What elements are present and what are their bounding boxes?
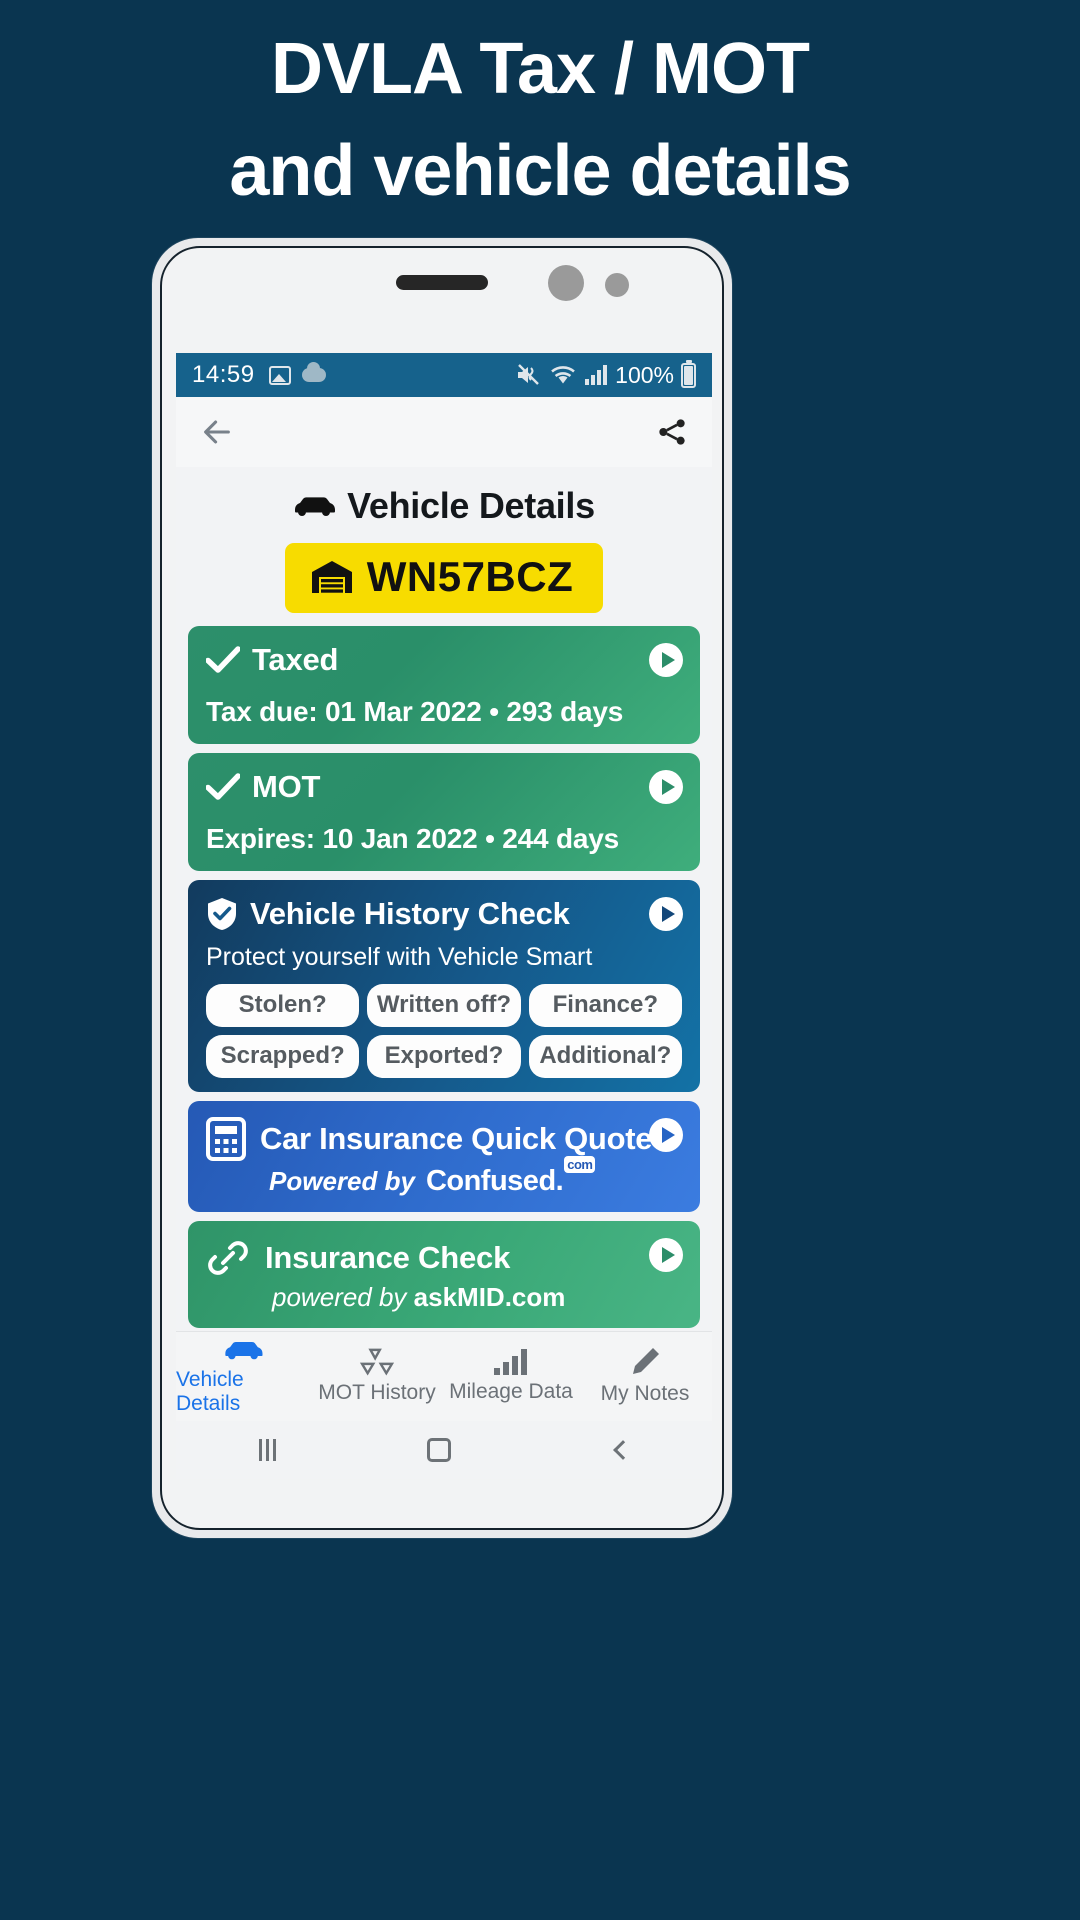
nav-label-my-notes: My Notes [600,1382,690,1405]
signal-icon [585,365,608,385]
confused-brand: Confused.com [425,1156,596,1198]
mot-card-title: MOT [252,769,321,804]
car-insurance-quote-card[interactable]: Car Insurance Quick Quote Powered by Con… [188,1101,700,1212]
status-left-icons [268,362,326,385]
phone-mockup: 14:59 100% Vehicle Details WN57BCZ Taxed… [152,238,732,1538]
plate-wrap: WN57BCZ [176,543,712,613]
mot-card-go-button[interactable] [649,770,683,804]
card-list: Taxed Tax due: 01 Mar 2022 • 293 days MO… [176,613,712,1391]
confused-brand-name: Confused. [425,1165,564,1197]
car-icon [295,497,336,516]
confused-brand-sup: com [564,1156,596,1174]
front-camera-icon [548,265,584,301]
sensor-icon [605,273,629,297]
headline-line-1: DVLA Tax / MOT [270,29,810,109]
mot-triangles-icon [359,1348,395,1376]
plate-number: WN57BCZ [366,553,574,600]
nav-label-mileage-data: Mileage Data [449,1380,573,1403]
mot-card[interactable]: MOT Expires: 10 Jan 2022 • 244 days [188,753,700,871]
history-card-head: Vehicle History Check [206,896,682,932]
status-bar: 14:59 100% [176,353,712,397]
share-icon[interactable] [656,416,688,448]
android-system-nav [176,1421,712,1479]
wifi-icon [551,365,576,383]
bar-chart-icon [494,1349,527,1375]
insurance-card-head: Insurance Check [206,1236,682,1280]
history-card-go-button[interactable] [649,897,683,931]
phone-screen: 14:59 100% Vehicle Details WN57BCZ Taxed… [176,353,712,1479]
quote-card-go-button[interactable] [649,1118,683,1152]
history-pill-row-1: Stolen? Written off? Finance? [206,984,682,1027]
link-icon [208,1241,248,1275]
nav-item-mileage-data[interactable]: Mileage Data [444,1349,578,1404]
earpiece-speaker [396,275,488,290]
nav-item-mot-history[interactable]: MOT History [310,1348,444,1405]
pill-scrapped[interactable]: Scrapped? [206,1035,360,1078]
history-card-subtitle: Protect yourself with Vehicle Smart [206,943,593,971]
car-icon [225,1342,263,1360]
quote-card-head: Car Insurance Quick Quote [206,1117,682,1161]
page-title-row: Vehicle Details [176,467,712,527]
askmid-powered-label: powered by [272,1282,407,1312]
status-time: 14:59 [192,361,255,388]
battery-percent: 100% [615,361,674,388]
play-triangle-icon [661,1247,675,1263]
battery-icon [681,359,696,388]
nav-label-vehicle-details: Vehicle Details [176,1368,244,1415]
pill-finance[interactable]: Finance? [528,984,682,1027]
tax-card[interactable]: Taxed Tax due: 01 Mar 2022 • 293 days [188,626,700,744]
home-icon[interactable] [426,1438,451,1462]
tax-card-head: Taxed [206,642,682,678]
calculator-icon [206,1117,246,1161]
bottom-navigation: Vehicle Details MOT History Mileage Data… [176,1331,712,1421]
status-right-icons: 100% [516,359,696,389]
quote-powered-label: Powered by [269,1166,415,1196]
history-pill-row-2: Scrapped? Exported? Additional? [206,1035,682,1078]
cloud-icon [301,362,326,382]
history-pill-rows: Stolen? Written off? Finance? Scrapped? … [206,984,682,1078]
promo-headline: DVLA Tax / MOT and vehicle details [0,0,1080,222]
pencil-icon [633,1348,659,1374]
tax-card-go-button[interactable] [649,643,683,677]
back-icon[interactable] [612,1440,633,1460]
phone-bezel: 14:59 100% Vehicle Details WN57BCZ Taxed… [160,246,724,1530]
play-triangle-icon [661,779,675,795]
insurance-card-go-button[interactable] [649,1238,683,1272]
pill-stolen[interactable]: Stolen? [206,984,360,1027]
license-plate[interactable]: WN57BCZ [284,543,604,613]
recents-icon[interactable] [258,1439,262,1461]
check-icon [206,773,240,800]
pill-additional[interactable]: Additional? [528,1035,682,1078]
pill-exported[interactable]: Exported? [367,1035,521,1078]
back-arrow-icon[interactable] [200,415,234,449]
check-icon [206,646,240,673]
pill-written-off[interactable]: Written off? [367,984,521,1027]
quote-card-powered-row: Powered by Confused.com [206,1156,682,1198]
nav-item-my-notes[interactable]: My Notes [578,1347,712,1406]
mot-card-subtitle: Expires: 10 Jan 2022 • 244 days [206,823,619,854]
headline-line-2: and vehicle details [229,131,851,212]
insurance-card-title: Insurance Check [265,1240,511,1275]
insurance-check-card[interactable]: Insurance Check powered by askMID.com [188,1221,700,1328]
nav-item-vehicle-details[interactable]: Vehicle Details [176,1337,310,1416]
play-triangle-icon [661,1127,675,1143]
play-triangle-icon [661,652,675,668]
mute-icon [518,364,540,385]
vehicle-history-check-card[interactable]: Vehicle History Check Protect yourself w… [188,880,700,1092]
tax-card-subtitle: Tax due: 01 Mar 2022 • 293 days [206,696,624,727]
history-card-title: Vehicle History Check [250,896,570,931]
garage-icon [311,561,352,593]
photo-icon [268,365,291,385]
tax-card-title: Taxed [252,642,339,677]
insurance-card-powered-row: powered by askMID.com [206,1282,682,1313]
shield-check-icon [208,898,236,930]
play-triangle-icon [661,906,675,922]
page-title: Vehicle Details [347,485,595,526]
quote-card-title: Car Insurance Quick Quote [260,1121,653,1156]
mot-card-head: MOT [206,769,682,805]
nav-label-mot-history: MOT History [318,1381,436,1404]
askmid-brand: askMID.com [413,1282,566,1312]
app-bar [176,397,712,467]
